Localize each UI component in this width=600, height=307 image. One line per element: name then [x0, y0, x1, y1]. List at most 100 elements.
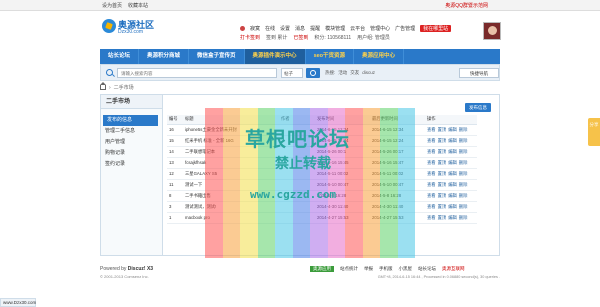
quick-nav-button[interactable]: 快捷导航	[459, 68, 499, 78]
delete-button[interactable]: 删除	[459, 138, 468, 143]
bookmark-link[interactable]: 收藏本站	[128, 2, 148, 9]
cloud-platform-link[interactable]: 云平台	[350, 25, 365, 32]
edit-button[interactable]: 编辑	[448, 215, 457, 220]
row-title[interactable]: fcsajkfhsak	[183, 157, 279, 169]
nav-item-forum[interactable]: 站长论坛	[100, 49, 140, 64]
edit-button[interactable]: 编辑	[448, 149, 457, 154]
delete-button[interactable]: 删除	[459, 204, 468, 209]
pin-button[interactable]: 置顶	[438, 127, 447, 132]
delete-button[interactable]: 删除	[459, 171, 468, 176]
sidebar-item-contracts[interactable]: 签约记录	[101, 159, 162, 170]
view-button[interactable]: 查看	[427, 204, 436, 209]
nav-item-seo[interactable]: seo干货资源	[306, 49, 355, 64]
view-button[interactable]: 查看	[427, 215, 436, 220]
hot-word[interactable]: 活动	[338, 70, 347, 76]
pin-button[interactable]: 置顶	[438, 138, 447, 143]
delete-button[interactable]: 删除	[459, 182, 468, 187]
footer-link-apps[interactable]: 奥源应用	[310, 266, 334, 272]
view-button[interactable]: 查看	[427, 149, 436, 154]
view-button[interactable]: 查看	[427, 138, 436, 143]
footer: Powered by Discuz! X3 © 2001-2013 Comsen…	[100, 263, 500, 293]
delete-button[interactable]: 删除	[459, 193, 468, 198]
row-title[interactable]: iphone5s土豪金全新未开封	[183, 124, 279, 136]
row-title[interactable]: macbook pro	[183, 212, 279, 224]
row-pub-time: 2014-6-15 12:34	[315, 124, 370, 136]
pin-button[interactable]: 置顶	[438, 215, 447, 220]
footer-link-report[interactable]: 举报	[364, 266, 373, 272]
delete-button[interactable]: 删除	[459, 160, 468, 165]
footer-links: 奥源应用 站点统计 举报 手机版 小黑屋 站长论坛 奥源互联网	[310, 266, 465, 272]
site-logo[interactable]: 奥源社区 Dzx30.com	[102, 17, 154, 39]
copyright: © 2001-2013 Comsenz Inc.	[100, 274, 149, 279]
share-side-tab[interactable]: 分享	[588, 118, 600, 146]
avatar[interactable]	[483, 22, 501, 40]
row-title[interactable]: 二手书籍出售	[183, 190, 279, 202]
sidebar-item-manage[interactable]: 管理二手信息	[101, 126, 162, 137]
nav-item-wechat[interactable]: 微信盒子宣传页	[189, 49, 245, 64]
pin-button[interactable]: 置顶	[438, 204, 447, 209]
messages-link[interactable]: 消息	[295, 25, 305, 32]
admin-center-link[interactable]: 管理中心	[370, 25, 390, 32]
badge-link[interactable]: 我在哪里站	[420, 25, 452, 32]
edit-button[interactable]: 编辑	[448, 127, 457, 132]
hot-word[interactable]: discuz	[362, 70, 375, 76]
row-id: 14	[167, 146, 183, 158]
row-title[interactable]: 红米手机 标准 - 全新 16G	[183, 135, 279, 147]
pin-button[interactable]: 置顶	[438, 171, 447, 176]
home-icon[interactable]	[100, 82, 106, 90]
nav-item-plugins[interactable]: 奥源插件演示中心	[244, 49, 306, 64]
row-upd-time: 2014-6-15 12:24	[370, 135, 425, 147]
publish-button[interactable]: 发布信息	[465, 103, 491, 112]
footer-link-forum[interactable]: 站长论坛	[418, 266, 436, 272]
ad-manage-link[interactable]: 广告管理	[395, 25, 415, 32]
row-upd-time: 2014-4-27 15:53	[370, 212, 425, 224]
username[interactable]: 寂寞	[250, 25, 260, 32]
notices-link[interactable]: 提醒	[310, 25, 320, 32]
row-title[interactable]: 二手联想笔记本	[183, 146, 279, 158]
pin-button[interactable]: 置顶	[438, 193, 447, 198]
hot-word[interactable]: 交友	[350, 70, 359, 76]
footer-link-stats[interactable]: 站点统计	[340, 266, 358, 272]
product-link[interactable]: Discuz! X3	[128, 266, 153, 272]
user-icon	[240, 26, 245, 31]
search-input[interactable]	[117, 68, 277, 78]
user-status[interactable]: 在线	[265, 25, 275, 32]
row-title[interactable]: 三星GALAXY S5	[183, 168, 279, 180]
view-button[interactable]: 查看	[427, 193, 436, 198]
edit-button[interactable]: 编辑	[448, 160, 457, 165]
view-button[interactable]: 查看	[427, 160, 436, 165]
edit-button[interactable]: 编辑	[448, 204, 457, 209]
sidebar-item-purchases[interactable]: 购物记录	[101, 148, 162, 159]
edit-button[interactable]: 编辑	[448, 193, 457, 198]
top-right-link[interactable]: 奥源QQ群暨示范网	[445, 2, 488, 9]
view-button[interactable]: 查看	[427, 182, 436, 187]
nav-item-apps[interactable]: 奥源应用中心	[354, 49, 405, 64]
row-title[interactable]: 测试一下	[183, 179, 279, 191]
pin-button[interactable]: 置顶	[438, 160, 447, 165]
footer-link-blackroom[interactable]: 小黑屋	[399, 266, 413, 272]
delete-button[interactable]: 删除	[459, 149, 468, 154]
view-button[interactable]: 查看	[427, 171, 436, 176]
row-title[interactable]: 测试测试，测试!	[183, 201, 279, 213]
search-button[interactable]	[306, 68, 320, 78]
pin-button[interactable]: 置顶	[438, 182, 447, 187]
edit-button[interactable]: 编辑	[448, 138, 457, 143]
footer-link-mobile[interactable]: 手机版	[379, 266, 393, 272]
sidebar-item-published[interactable]: 发布的信息	[103, 115, 158, 126]
breadcrumb-item[interactable]: 二手市场	[114, 84, 134, 91]
row-pub-time: 2014-5-10 00:47	[315, 179, 370, 191]
sidebar-item-users[interactable]: 用户管理	[101, 137, 162, 148]
set-homepage-link[interactable]: 设为首页	[102, 2, 122, 9]
edit-button[interactable]: 编辑	[448, 171, 457, 176]
edit-button[interactable]: 编辑	[448, 182, 457, 187]
checkin-link[interactable]: 打卡签到	[240, 34, 260, 41]
settings-link[interactable]: 设置	[280, 25, 290, 32]
view-button[interactable]: 查看	[427, 127, 436, 132]
module-manage-link[interactable]: 模块管理	[325, 25, 345, 32]
nav-item-mall[interactable]: 奥源积分商城	[139, 49, 190, 64]
search-type-select[interactable]: 帖子	[281, 68, 303, 78]
delete-button[interactable]: 删除	[459, 127, 468, 132]
delete-button[interactable]: 删除	[459, 215, 468, 220]
pin-button[interactable]: 置顶	[438, 149, 447, 154]
footer-link-internet[interactable]: 奥源互联网	[442, 266, 465, 272]
